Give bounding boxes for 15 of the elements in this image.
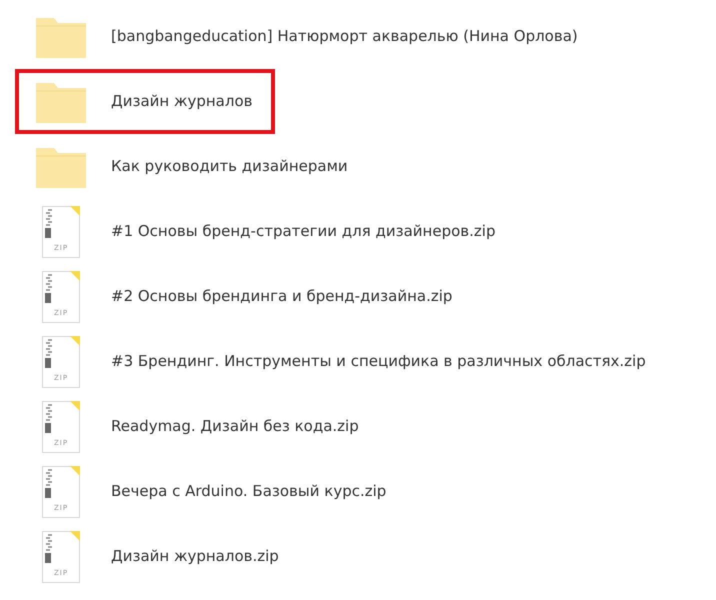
file-name: Readymag. Дизайн без кода.zip [111,416,359,438]
file-name: #1 Основы бренд-стратегии для дизайнеров.zip [111,221,496,242]
file-name: Дизайн журналов [111,91,252,112]
file-row[interactable]: [bangbangeducation] Натюрморт акварелью (Нина Орлова) [15,4,592,69]
file-name: Дизайн журналов.zip [111,546,279,568]
file-row[interactable]: Дизайн журналов [15,69,275,134]
file-row[interactable]: Как руководить дизайнерами [15,134,362,199]
file-name: Вечера с Arduino. Базовый курс.zip [111,481,386,502]
file-name: [bangbangeducation] Натюрморт акварелью (Нина Орлова) [111,26,578,48]
file-name: Как руководить дизайнерами [111,156,348,178]
folder-icon [36,80,86,122]
folder-icon [36,16,86,58]
file-name: #2 Основы брендинга и бренд-дизайна.zip [111,286,452,308]
folder-icon [36,146,86,188]
file-name: #3 Брендинг. Инструменты и специфика в различных областях.zip [111,351,646,372]
